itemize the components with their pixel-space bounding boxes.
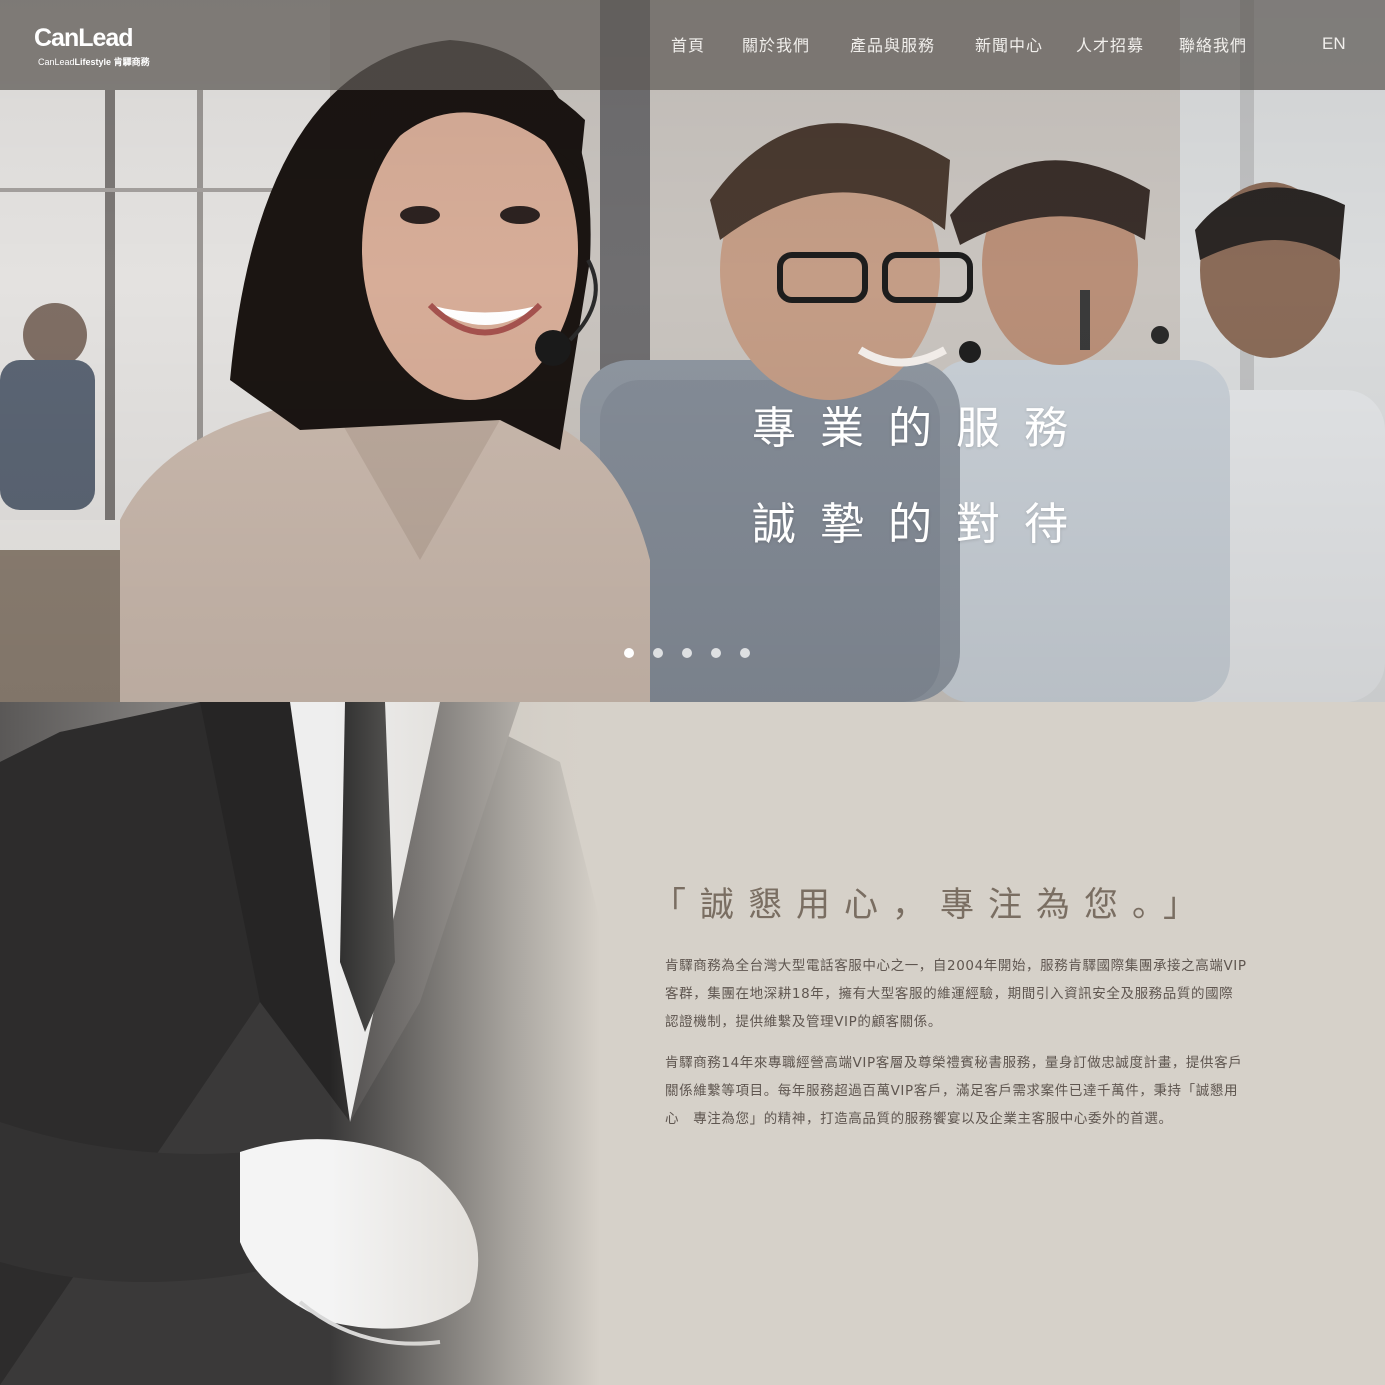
hero-headline-1: 專業的服務 [752,403,1092,454]
hero-headline-2: 誠摯的對待 [752,499,1092,550]
logo-tagline-cn: 肯驛商務 [113,57,150,67]
paragraph-line: 客群，集團在地深耕18年，擁有大型客服的維運經驗，期間引入資訊安全及服務品質的國… [665,986,1234,1002]
logo[interactable]: CanLead CanLeadLifestyle 肯驛商務 [34,24,164,70]
nav-products-services[interactable]: 產品與服務 [850,32,935,56]
carousel-dot[interactable] [624,648,634,658]
nav-news[interactable]: 新聞中心 [975,32,1043,56]
paragraph-line: 關係維繫等項目。每年服務超過百萬VIP客戶，滿足客戶需求案件已達千萬件，秉持「誠… [665,1083,1239,1099]
suit-fade [0,702,600,1385]
carousel-dot[interactable] [682,648,692,658]
nav-contact[interactable]: 聯絡我們 [1179,32,1247,56]
logo-wordmark: CanLead [34,24,134,52]
nav-careers[interactable]: 人才招募 [1076,32,1144,56]
logo-tagline-light: CanLead [38,57,75,67]
about-paragraph-2: 肯驛商務14年來專職經營高端VIP客層及尊榮禮賓秘書服務，量身訂做忠誠度計畫，提… [665,1049,1265,1133]
paragraph-line: 肯驛商務14年來專職經營高端VIP客層及尊榮禮賓秘書服務，量身訂做忠誠度計畫，提… [665,1055,1243,1071]
about-section: 「誠懇用心，專注為您。」 肯驛商務為全台灣大型電話客服中心之一，自2004年開始… [0,702,1385,1385]
carousel-dot[interactable] [740,648,750,658]
suit-photo [0,702,600,1385]
carousel-dot[interactable] [653,648,663,658]
top-navbar: CanLead CanLeadLifestyle 肯驛商務 首頁 關於我們 產品… [0,0,1385,90]
nav-home[interactable]: 首頁 [671,32,705,56]
logo-tagline-bold: Lifestyle [74,57,112,67]
language-switch[interactable]: EN [1322,34,1346,54]
hero-overlay [0,0,1385,702]
paragraph-line: 肯驛商務為全台灣大型電話客服中心之一，自2004年開始，服務肯驛國際集團承接之高… [665,958,1247,974]
about-paragraph-1: 肯驛商務為全台灣大型電話客服中心之一，自2004年開始，服務肯驛國際集團承接之高… [665,952,1265,1036]
nav-about[interactable]: 關於我們 [742,32,810,56]
paragraph-line: 認證機制，提供維繫及管理VIP的顧客關係。 [665,1014,942,1030]
logo-tagline: CanLeadLifestyle 肯驛商務 [38,55,150,68]
about-quote: 「誠懇用心，專注為您。」 [652,885,1211,925]
carousel-dot[interactable] [711,648,721,658]
paragraph-line: 心 專注為您」的精神，打造高品質的服務饗宴以及企業主客服中心委外的首選。 [665,1111,1173,1127]
hero-banner: CanLead CanLeadLifestyle 肯驛商務 首頁 關於我們 產品… [0,0,1385,702]
